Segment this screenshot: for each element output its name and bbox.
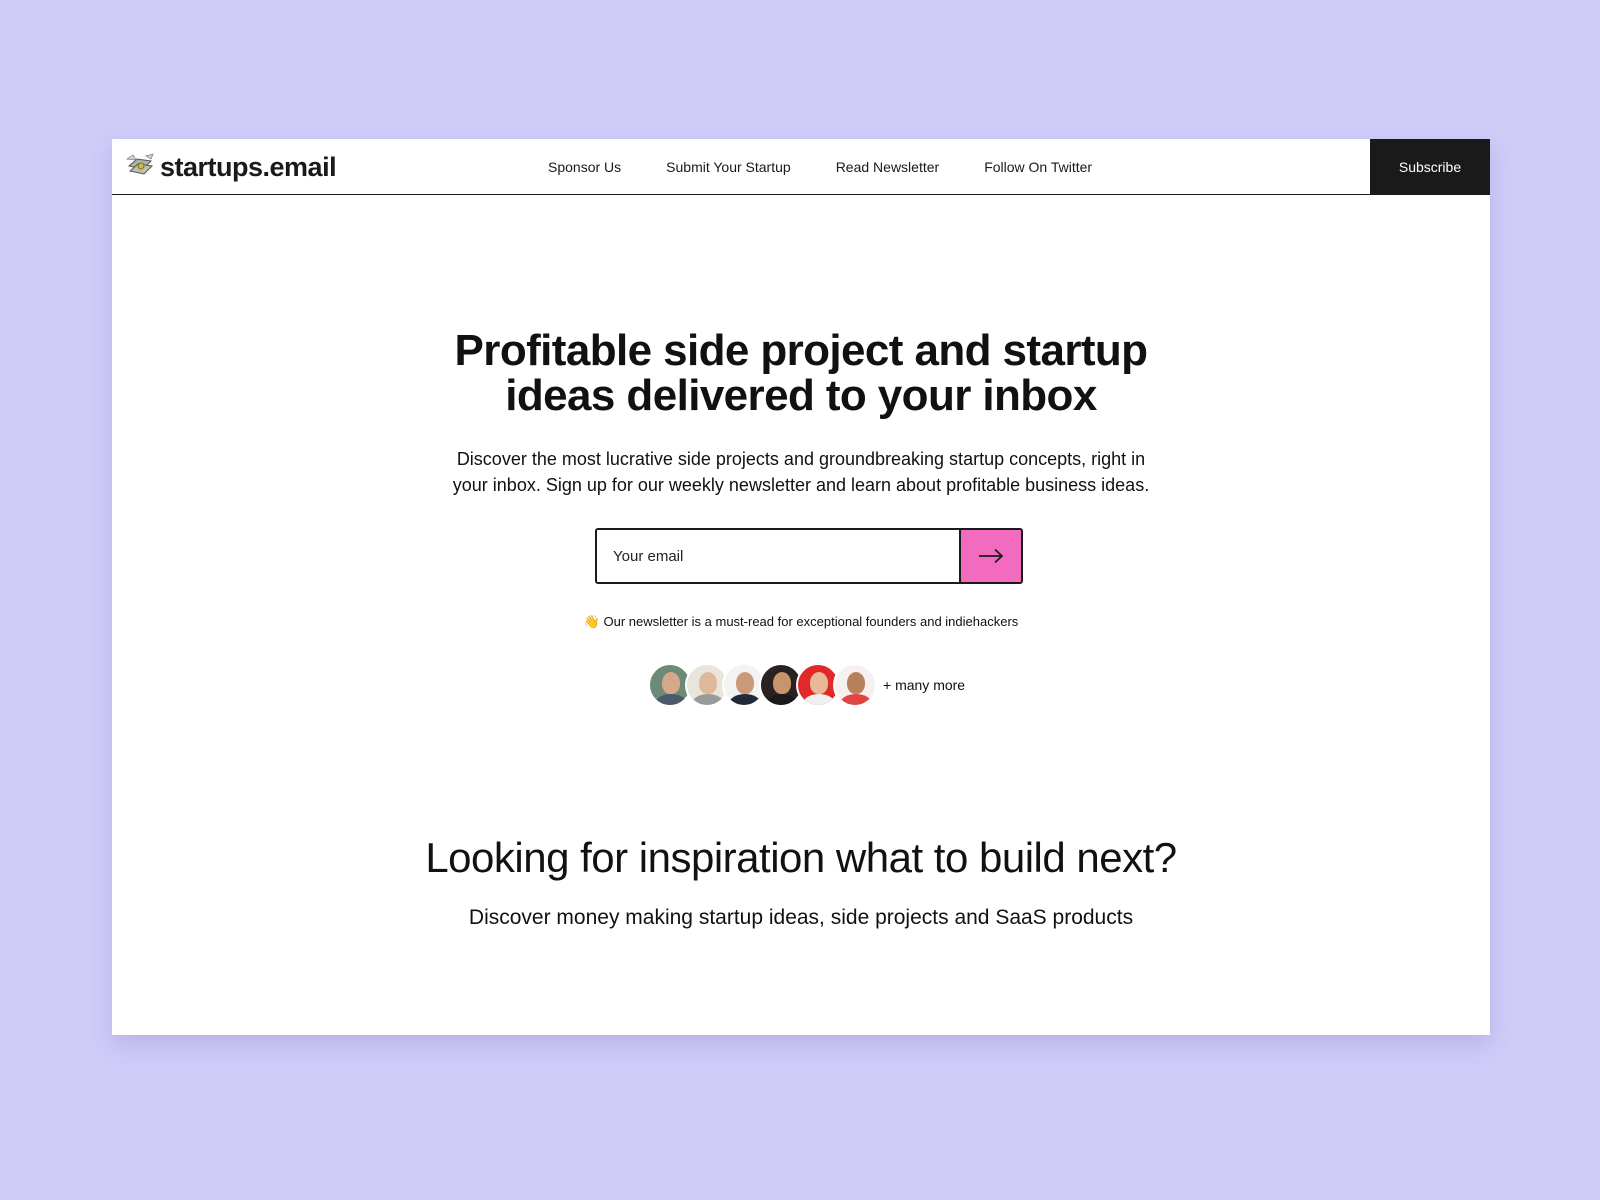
submit-button[interactable]: [959, 530, 1021, 582]
nav-sponsor-us[interactable]: Sponsor Us: [548, 159, 621, 175]
subscribe-form: [595, 528, 1023, 584]
section-title: Looking for inspiration what to build ne…: [425, 834, 1177, 881]
hero-title-line-2: ideas delivered to your inbox: [505, 371, 1097, 420]
main-nav: Sponsor Us Submit Your Startup Read News…: [548, 139, 1137, 195]
tagline-text: Our newsletter is a must-read for except…: [603, 614, 1019, 629]
section-subtitle: Discover money making startup ideas, sid…: [468, 906, 1134, 929]
top-navigation: startups.email Sponsor Us Submit Your St…: [112, 139, 1490, 195]
browser-page: startups.email Sponsor Us Submit Your St…: [112, 139, 1490, 1035]
subscriber-avatars: + many more: [648, 662, 965, 708]
waving-hand-icon: 👋: [583, 614, 600, 629]
hero-subtitle: Discover the most lucrative side project…: [112, 446, 1490, 498]
hero-subtitle-line-1: Discover the most lucrative side project…: [456, 449, 1146, 469]
hero-subtitle-line-2: your inbox. Sign up for our weekly newsl…: [452, 475, 1150, 495]
brand-logo[interactable]: startups.email: [126, 150, 337, 184]
many-more-label: + many more: [883, 677, 966, 693]
tagline: 👋 Our newsletter is a must-read for exce…: [112, 614, 1490, 630]
subscribe-button[interactable]: Subscribe: [1370, 139, 1490, 195]
hero-title: Profitable side project and startup idea…: [112, 328, 1490, 418]
hero-title-line-1: Profitable side project and startup: [454, 326, 1149, 375]
brand-name: startups.email: [160, 151, 337, 182]
avatar: [833, 663, 877, 707]
nav-submit-startup[interactable]: Submit Your Startup: [666, 159, 791, 175]
arrow-right-icon: [979, 548, 1004, 564]
email-input[interactable]: [597, 530, 959, 582]
nav-read-newsletter[interactable]: Read Newsletter: [836, 159, 940, 175]
money-with-wings-icon: [126, 153, 154, 175]
nav-follow-twitter[interactable]: Follow On Twitter: [984, 159, 1092, 175]
